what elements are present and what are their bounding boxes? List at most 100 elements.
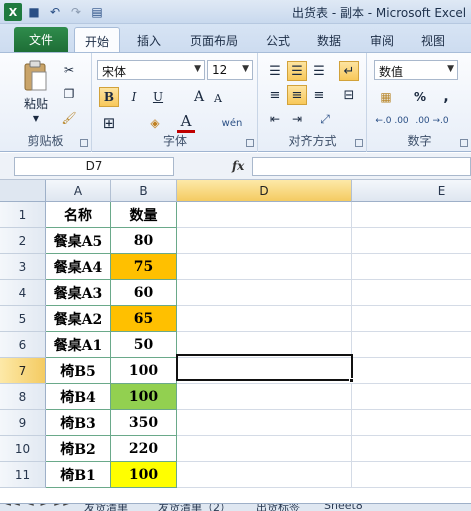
cell-e6[interactable] (352, 332, 471, 358)
font-color-button[interactable]: A (177, 111, 195, 133)
row-header-11[interactable]: 11 (0, 462, 46, 488)
align-bottom-icon[interactable]: ☰ (309, 61, 329, 81)
cell-e11[interactable] (352, 462, 471, 488)
cell-a5[interactable]: 餐桌A2 (46, 306, 111, 332)
cell-e8[interactable] (352, 384, 471, 410)
clipboard-launcher-icon[interactable] (80, 139, 88, 147)
cell-a10[interactable]: 椅B2 (46, 436, 111, 462)
column-header-e[interactable]: E (352, 180, 471, 202)
cell-a11[interactable]: 椅B1 (46, 462, 111, 488)
tab-formulas[interactable]: 公式 (266, 32, 290, 49)
name-box[interactable]: D7 (14, 157, 174, 176)
number-launcher-icon[interactable] (460, 139, 468, 147)
align-left-icon[interactable]: ≡ (265, 85, 285, 105)
fill-handle[interactable] (349, 378, 354, 383)
cell-b2[interactable]: 80 (111, 228, 177, 254)
sheet-tab-4[interactable]: Sheet8 (324, 504, 363, 511)
cell-d5[interactable] (177, 306, 352, 332)
comma-button[interactable]: , (438, 87, 454, 107)
paste-button[interactable]: 粘贴 (20, 95, 52, 111)
number-format-select[interactable]: 数值 ▼ (374, 60, 458, 80)
borders-icon[interactable]: ⊞ (99, 113, 119, 133)
tab-page-layout[interactable]: 页面布局 (190, 32, 238, 49)
cell-b9[interactable]: 350 (111, 410, 177, 436)
excel-logo-icon[interactable]: X (4, 3, 22, 21)
cell-b7[interactable]: 100 (111, 358, 177, 384)
font-launcher-icon[interactable] (246, 139, 254, 147)
currency-icon[interactable]: ▦ (374, 87, 398, 107)
cell-b8[interactable]: 100 (111, 384, 177, 410)
cell-d11[interactable] (177, 462, 352, 488)
font-name-select[interactable]: 宋体 ▼ (97, 60, 205, 80)
cell-d2[interactable] (177, 228, 352, 254)
cell-d3[interactable] (177, 254, 352, 280)
row-header-1[interactable]: 1 (0, 202, 46, 228)
phonetic-button[interactable]: wén (219, 113, 245, 133)
paste-dropdown-icon[interactable]: ▼ (30, 113, 42, 123)
redo-icon[interactable]: ↷ (67, 3, 85, 21)
cell-a9[interactable]: 椅B3 (46, 410, 111, 436)
cell-d9[interactable] (177, 410, 352, 436)
align-right-icon[interactable]: ≡ (309, 85, 329, 105)
undo-icon[interactable]: ↶ (46, 3, 64, 21)
sheet-nav-buttons[interactable]: ◄◄ ◄ ► ►► (4, 504, 72, 509)
sheet-tab-1[interactable]: 发货清单 (84, 504, 128, 511)
cell-e9[interactable] (352, 410, 471, 436)
orientation-icon[interactable]: ⤢ (315, 109, 335, 129)
cell-d4[interactable] (177, 280, 352, 306)
copy-icon[interactable]: ❐ (60, 85, 78, 103)
merge-center-icon[interactable]: ⊟ (339, 85, 359, 105)
row-header-4[interactable]: 4 (0, 280, 46, 306)
column-header-a[interactable]: A (46, 180, 111, 202)
cell-e3[interactable] (352, 254, 471, 280)
cell-e4[interactable] (352, 280, 471, 306)
align-center-icon[interactable]: ≡ (287, 85, 307, 105)
tab-file[interactable]: 文件 (14, 27, 68, 52)
cut-icon[interactable]: ✂ (60, 61, 78, 79)
italic-button[interactable]: I (125, 87, 143, 107)
bold-button[interactable]: B (99, 87, 119, 107)
active-cell-d7[interactable] (176, 354, 353, 381)
underline-button[interactable]: U (149, 87, 167, 107)
paste-icon[interactable] (20, 59, 50, 93)
select-all-corner[interactable] (0, 180, 46, 202)
cell-a2[interactable]: 餐桌A5 (46, 228, 111, 254)
cell-a3[interactable]: 餐桌A4 (46, 254, 111, 280)
decrease-indent-icon[interactable]: ⇤ (265, 109, 285, 129)
cell-e10[interactable] (352, 436, 471, 462)
tab-home[interactable]: 开始 (74, 27, 121, 52)
save-icon[interactable]: ■ (25, 3, 43, 21)
shrink-font-button[interactable]: A (211, 89, 225, 107)
grow-font-button[interactable]: A (191, 87, 207, 107)
fill-color-icon[interactable]: ◈ (145, 113, 165, 133)
row-header-10[interactable]: 10 (0, 436, 46, 462)
cell-b6[interactable]: 50 (111, 332, 177, 358)
sheet-tab-3[interactable]: 出货标签 (256, 504, 300, 511)
cell-b10[interactable]: 220 (111, 436, 177, 462)
row-header-2[interactable]: 2 (0, 228, 46, 254)
column-header-d[interactable]: D (177, 180, 352, 202)
tab-data[interactable]: 数据 (317, 32, 341, 49)
cell-a1[interactable]: 名称 (46, 202, 111, 228)
column-header-b[interactable]: B (111, 180, 177, 202)
align-top-icon[interactable]: ☰ (265, 61, 285, 81)
tab-review[interactable]: 审阅 (370, 32, 394, 49)
cell-e5[interactable] (352, 306, 471, 332)
cell-b4[interactable]: 60 (111, 280, 177, 306)
increase-decimal-button[interactable]: ←.0 .00 (374, 111, 410, 131)
cell-a6[interactable]: 餐桌A1 (46, 332, 111, 358)
decrease-decimal-button[interactable]: .00 →.0 (414, 111, 450, 131)
cell-d1[interactable] (177, 202, 352, 228)
cell-d10[interactable] (177, 436, 352, 462)
align-middle-icon[interactable]: ☰ (287, 61, 307, 81)
cell-b3[interactable]: 75 (111, 254, 177, 280)
cell-e7[interactable] (352, 358, 471, 384)
row-header-9[interactable]: 9 (0, 410, 46, 436)
sheet-tab-2[interactable]: 发货清单（2） (158, 504, 231, 511)
tab-insert[interactable]: 插入 (137, 32, 161, 49)
cell-b1[interactable]: 数量 (111, 202, 177, 228)
row-header-5[interactable]: 5 (0, 306, 46, 332)
cell-d8[interactable] (177, 384, 352, 410)
cell-b5[interactable]: 65 (111, 306, 177, 332)
row-header-3[interactable]: 3 (0, 254, 46, 280)
